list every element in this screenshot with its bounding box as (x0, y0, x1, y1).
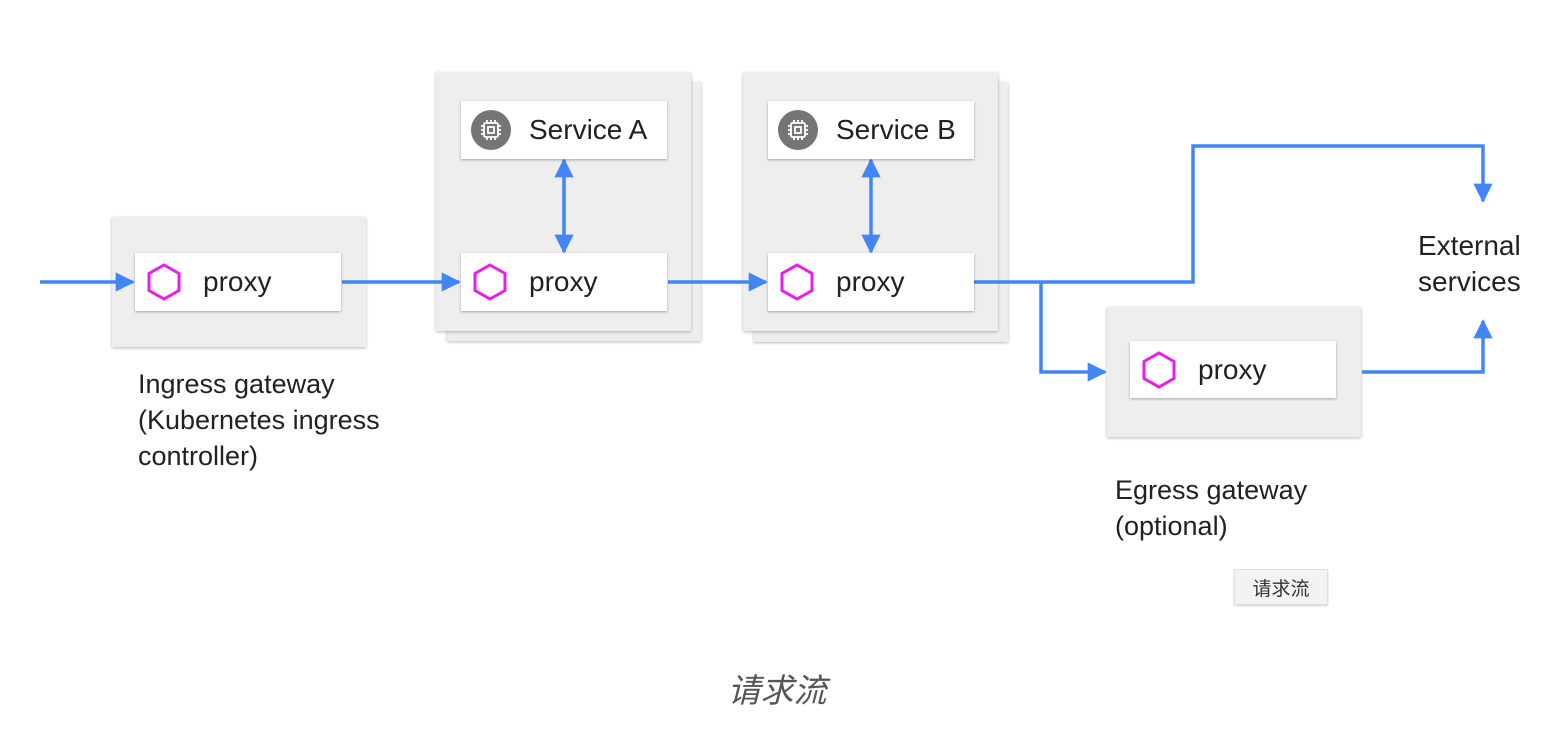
egress-gateway-caption: Egress gateway (optional) (1115, 472, 1307, 544)
request-flow-tag: 请求流 (1234, 569, 1328, 605)
proxy-label: proxy (836, 266, 905, 297)
egress-caption-line1: Egress gateway (1115, 475, 1308, 505)
service-a-label: Service A (529, 114, 648, 145)
ingress-proxy-node: proxy (135, 253, 341, 311)
hexagon-icon (780, 263, 814, 301)
figure-caption: 请求流 (727, 671, 827, 710)
egress-proxy-node: proxy (1130, 341, 1336, 398)
service-a-proxy-node: proxy (461, 253, 667, 311)
ingress-gateway-caption: Ingress gateway (Kubernetes ingress cont… (138, 366, 380, 474)
edge-egress-to-external (1362, 319, 1493, 374)
egress-caption-line2: (optional) (1115, 511, 1228, 541)
hexagon-icon (147, 263, 181, 301)
service-a-node: Service A (461, 101, 667, 159)
proxy-label: proxy (203, 266, 272, 297)
external-services-label: External services (1418, 228, 1521, 300)
proxy-label: proxy (1198, 353, 1267, 385)
ingress-caption-line3: controller) (138, 441, 259, 471)
proxy-label: proxy (529, 266, 598, 297)
edge-service-b-proxy-to-external (974, 144, 1493, 284)
chip-icon (778, 110, 818, 150)
service-b-label: Service B (836, 114, 956, 145)
chip-icon (471, 110, 511, 150)
external-services-line2: services (1418, 266, 1521, 297)
external-services-line1: External (1418, 230, 1521, 261)
service-b-node: Service B (768, 101, 974, 159)
hexagon-icon (1142, 351, 1176, 389)
service-b-proxy-node: proxy (768, 253, 974, 311)
ingress-caption-line2: (Kubernetes ingress (138, 405, 380, 435)
edge-service-b-proxy-to-egress (1039, 282, 1107, 382)
ingress-caption-line1: Ingress gateway (138, 369, 335, 399)
hexagon-icon (473, 263, 507, 301)
